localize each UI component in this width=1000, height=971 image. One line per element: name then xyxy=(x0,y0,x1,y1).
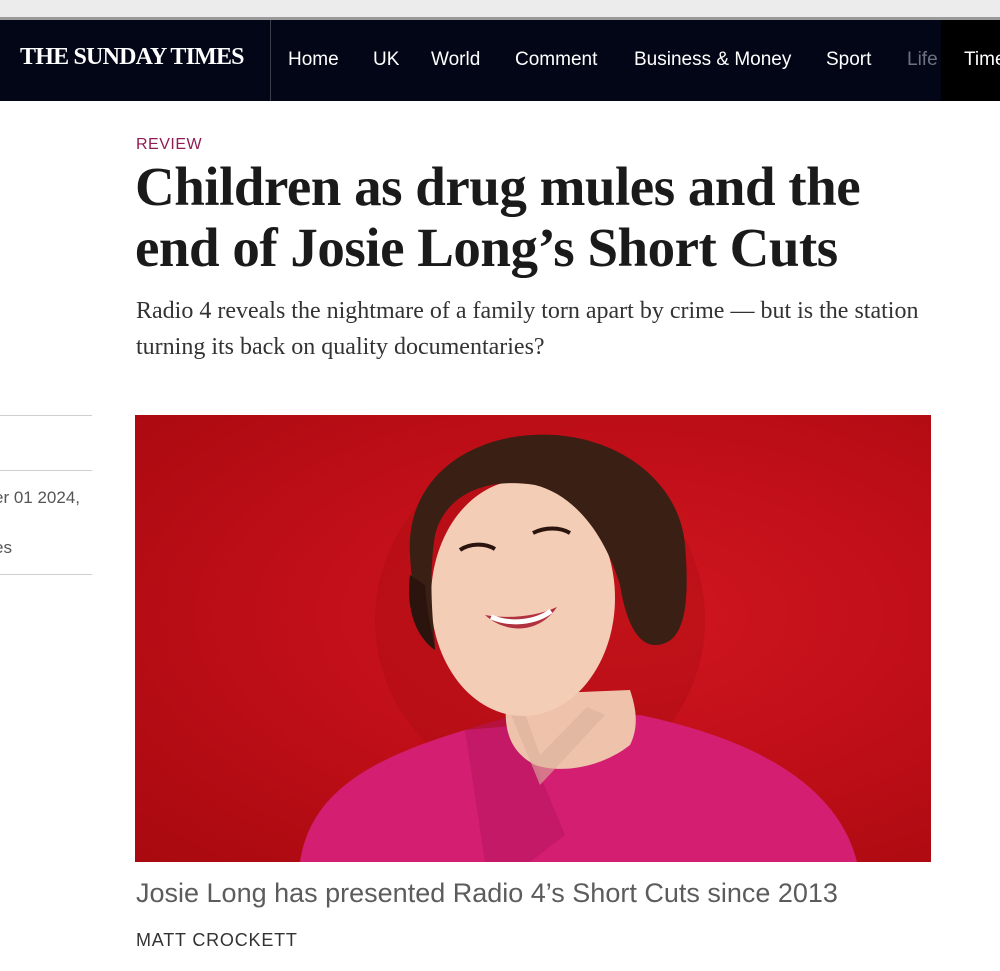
nav-item-business-money[interactable]: Business & Money xyxy=(634,49,791,71)
sidebar-divider xyxy=(0,470,92,471)
article-headline: Children as drug mules and the end of Jo… xyxy=(135,156,861,278)
sidebar-divider xyxy=(0,415,92,416)
sidebar-meta-text[interactable]: es xyxy=(0,538,12,558)
nav-item-time[interactable]: Time xyxy=(964,49,1000,71)
browser-top-strip xyxy=(0,0,1000,20)
nav-item-comment[interactable]: Comment xyxy=(515,49,597,71)
nav-item-uk[interactable]: UK xyxy=(373,49,399,71)
photo-credit: MATT CROCKETT xyxy=(136,930,298,950)
portrait-illustration xyxy=(300,434,857,862)
masthead-logo[interactable]: THE SUNDAY TIMES xyxy=(20,44,245,71)
nav-item-life[interactable]: Life xyxy=(907,49,938,71)
article-standfirst: Radio 4 reveals the nightmare of a famil… xyxy=(136,298,919,360)
sidebar-publish-date: er 01 2024, xyxy=(0,488,81,507)
image-caption: Josie Long has presented Radio 4’s Short… xyxy=(136,878,838,908)
nav-item-sport[interactable]: Sport xyxy=(826,49,871,71)
section-label[interactable]: REVIEW xyxy=(136,136,202,154)
sidebar-divider xyxy=(0,574,92,575)
nav-item-home[interactable]: Home xyxy=(288,49,339,71)
nav-divider xyxy=(270,20,271,101)
article-hero-photo xyxy=(135,415,931,862)
nav-item-world[interactable]: World xyxy=(431,49,480,71)
